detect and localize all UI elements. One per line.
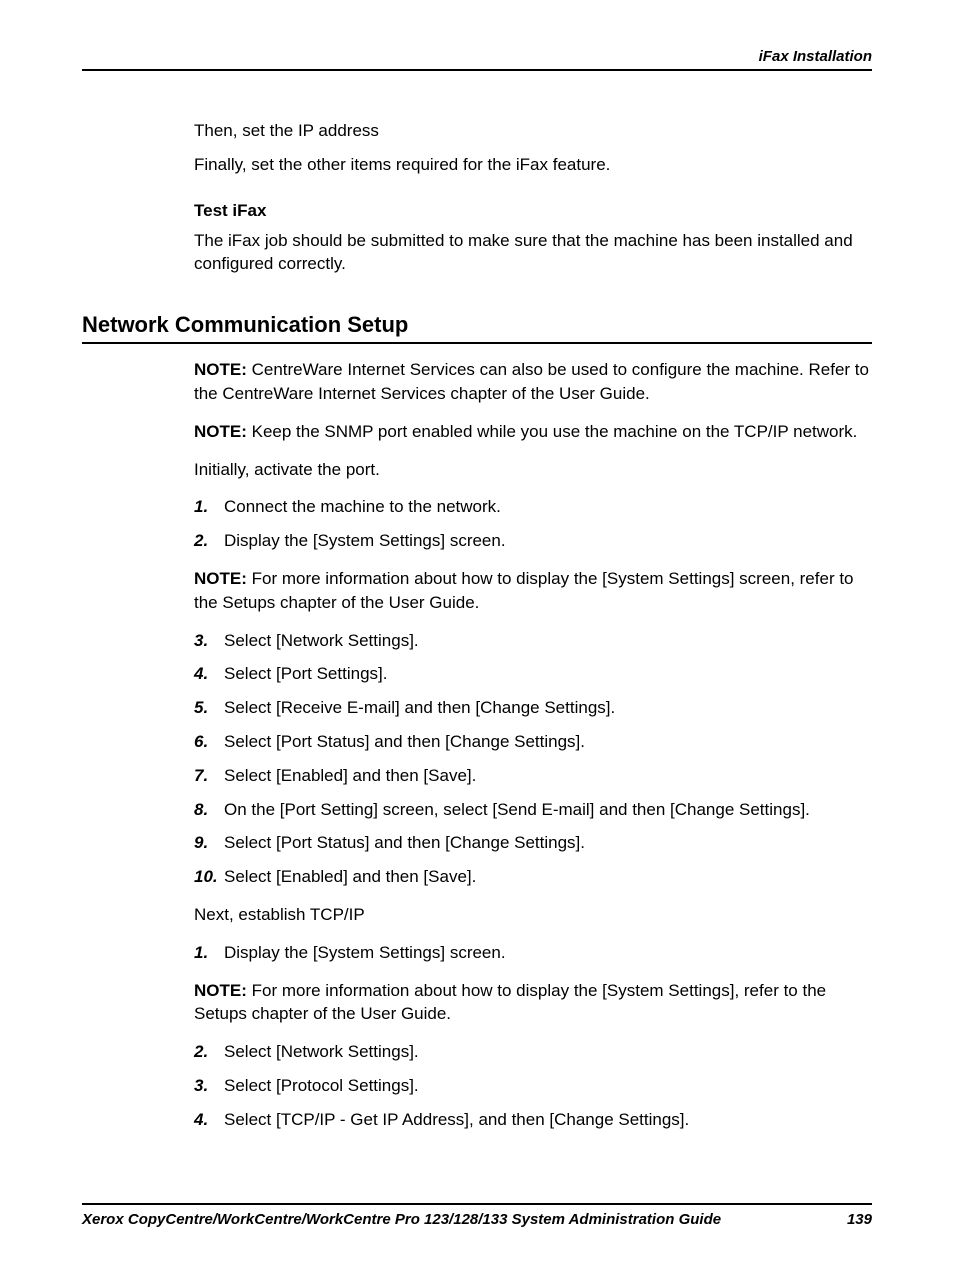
intro-line-1: Then, set the IP address: [194, 119, 872, 143]
step-text: Select [Port Settings].: [224, 662, 872, 686]
step-number: 10.: [194, 865, 224, 889]
steps-list-a: 1.Connect the machine to the network.2.D…: [194, 495, 872, 553]
note-text: For more information about how to displa…: [194, 981, 826, 1024]
step-text: Select [Protocol Settings].: [224, 1074, 872, 1098]
note-text: Keep the SNMP port enabled while you use…: [247, 422, 857, 441]
step-item: 6.Select [Port Status] and then [Change …: [194, 730, 872, 754]
step-number: 3.: [194, 629, 224, 653]
step-text: Connect the machine to the network.: [224, 495, 872, 519]
steps-list-d: 2.Select [Network Settings].3.Select [Pr…: [194, 1040, 872, 1131]
step-text: Select [Network Settings].: [224, 629, 872, 653]
step-text: Select [Enabled] and then [Save].: [224, 764, 872, 788]
step-number: 4.: [194, 662, 224, 686]
step-text: Select [TCP/IP - Get IP Address], and th…: [224, 1108, 872, 1132]
step-number: 6.: [194, 730, 224, 754]
tcpip-line: Next, establish TCP/IP: [194, 903, 872, 927]
step-item: 4.Select [Port Settings].: [194, 662, 872, 686]
note-text: CentreWare Internet Services can also be…: [194, 360, 869, 403]
note-1: NOTE: CentreWare Internet Services can a…: [194, 358, 872, 406]
page-content: iFax Installation Then, set the IP addre…: [0, 0, 954, 1132]
step-item: 3.Select [Network Settings].: [194, 629, 872, 653]
step-number: 5.: [194, 696, 224, 720]
activate-port-line: Initially, activate the port.: [194, 458, 872, 482]
steps-list-c: 1.Display the [System Settings] screen.: [194, 941, 872, 965]
test-ifax-heading: Test iFax: [194, 201, 872, 221]
note-label: NOTE:: [194, 981, 247, 1000]
step-item: 4.Select [TCP/IP - Get IP Address], and …: [194, 1108, 872, 1132]
step-item: 5.Select [Receive E-mail] and then [Chan…: [194, 696, 872, 720]
step-number: 9.: [194, 831, 224, 855]
step-item: 10.Select [Enabled] and then [Save].: [194, 865, 872, 889]
steps-list-b: 3.Select [Network Settings].4.Select [Po…: [194, 629, 872, 889]
step-text: Select [Port Status] and then [Change Se…: [224, 831, 872, 855]
step-text: Display the [System Settings] screen.: [224, 941, 872, 965]
step-number: 7.: [194, 764, 224, 788]
step-item: 1.Display the [System Settings] screen.: [194, 941, 872, 965]
footer-title: Xerox CopyCentre/WorkCentre/WorkCentre P…: [82, 1211, 721, 1228]
step-text: Select [Network Settings].: [224, 1040, 872, 1064]
note-label: NOTE:: [194, 569, 247, 588]
step-item: 7.Select [Enabled] and then [Save].: [194, 764, 872, 788]
note-2: NOTE: Keep the SNMP port enabled while y…: [194, 420, 872, 444]
step-item: 1.Connect the machine to the network.: [194, 495, 872, 519]
step-number: 4.: [194, 1108, 224, 1132]
step-text: Select [Enabled] and then [Save].: [224, 865, 872, 889]
page-header-chapter: iFax Installation: [82, 48, 872, 71]
note-3: NOTE: For more information about how to …: [194, 567, 872, 615]
step-text: On the [Port Setting] screen, select [Se…: [224, 798, 872, 822]
page-footer: Xerox CopyCentre/WorkCentre/WorkCentre P…: [82, 1203, 872, 1228]
note-label: NOTE:: [194, 422, 247, 441]
step-item: 8.On the [Port Setting] screen, select […: [194, 798, 872, 822]
step-number: 8.: [194, 798, 224, 822]
step-number: 1.: [194, 941, 224, 965]
note-label: NOTE:: [194, 360, 247, 379]
intro-line-2: Finally, set the other items required fo…: [194, 153, 872, 177]
step-text: Display the [System Settings] screen.: [224, 529, 872, 553]
step-item: 2.Display the [System Settings] screen.: [194, 529, 872, 553]
step-number: 2.: [194, 1040, 224, 1064]
step-number: 3.: [194, 1074, 224, 1098]
step-item: 3.Select [Protocol Settings].: [194, 1074, 872, 1098]
note-4: NOTE: For more information about how to …: [194, 979, 872, 1027]
footer-page-number: 139: [847, 1211, 872, 1228]
step-item: 9.Select [Port Status] and then [Change …: [194, 831, 872, 855]
note-text: For more information about how to displa…: [194, 569, 854, 612]
step-item: 2.Select [Network Settings].: [194, 1040, 872, 1064]
step-text: Select [Port Status] and then [Change Se…: [224, 730, 872, 754]
section-title-network-setup: Network Communication Setup: [82, 312, 872, 344]
step-number: 2.: [194, 529, 224, 553]
test-ifax-body: The iFax job should be submitted to make…: [194, 229, 872, 277]
step-text: Select [Receive E-mail] and then [Change…: [224, 696, 872, 720]
step-number: 1.: [194, 495, 224, 519]
